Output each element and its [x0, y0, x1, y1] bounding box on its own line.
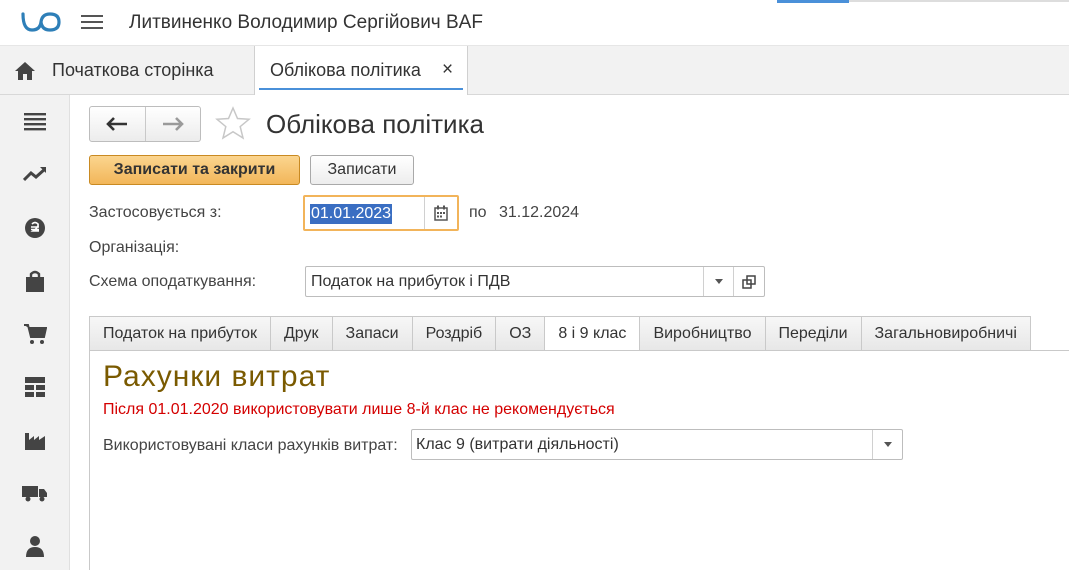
menu-icon[interactable]: [22, 109, 48, 135]
applies-from-date-value: 01.01.2023: [310, 204, 393, 224]
save-button[interactable]: Записати: [310, 155, 414, 185]
forward-button[interactable]: [144, 107, 201, 141]
tab-accounting-policy[interactable]: Облікова політика ×: [254, 46, 468, 95]
tax-scheme-dropdown-button[interactable]: [703, 267, 733, 296]
tab-home-label: Початкова сторінка: [52, 60, 214, 80]
tab-fixed-assets[interactable]: ОЗ: [495, 316, 545, 351]
tax-scheme-value: Податок на прибуток і ПДВ: [311, 273, 511, 290]
tab-accounting-policy-label: Облікова політика: [270, 60, 421, 80]
calendar-icon: [434, 205, 448, 221]
main-menu-icon[interactable]: [81, 12, 103, 32]
currency-icon[interactable]: [22, 215, 48, 241]
close-tab-icon[interactable]: ×: [442, 59, 453, 81]
tab-inventory[interactable]: Запаси: [331, 316, 412, 351]
back-button[interactable]: [90, 107, 145, 141]
baf-logo-icon[interactable]: [20, 10, 62, 34]
form-title: Облікова політика: [266, 109, 484, 139]
chevron-down-icon: [883, 442, 892, 447]
save-and-close-button[interactable]: Записати та закрити: [89, 155, 300, 185]
truck-icon[interactable]: [22, 480, 48, 506]
warning-text: Після 01.01.2020 використовувати лише 8-…: [103, 401, 615, 418]
tab-classes-8-9[interactable]: 8 і 9 клас: [544, 316, 640, 351]
form-content: Облікова політика Записати та закрити За…: [71, 95, 1069, 570]
warehouse-icon[interactable]: [22, 374, 48, 400]
organization-label: Організація:: [89, 239, 180, 256]
top-divider-line: [849, 0, 1069, 2]
applies-from-label: Застосовується з:: [89, 204, 222, 221]
chevron-down-icon: [714, 279, 723, 284]
sections-sidebar: [0, 95, 70, 570]
section-title: Рахунки витрат: [103, 360, 331, 393]
tax-scheme-select[interactable]: Податок на прибуток і ПДВ: [305, 266, 765, 297]
date-to-label: по: [469, 204, 487, 221]
person-icon[interactable]: [22, 533, 48, 559]
tab-home-page[interactable]: Початкова сторінка: [0, 46, 254, 95]
history-nav: [89, 106, 201, 142]
tab-income-tax[interactable]: Податок на прибуток: [89, 316, 270, 351]
tab-general-production[interactable]: Загальновиробничі: [860, 316, 1031, 351]
trend-icon[interactable]: [22, 161, 48, 187]
expense-classes-select[interactable]: Клас 9 (витрати діяльності): [411, 429, 903, 460]
open-link-icon: [742, 274, 756, 289]
expense-classes-dropdown-button[interactable]: [872, 430, 902, 459]
tax-scheme-open-button[interactable]: [733, 267, 764, 296]
tab-redistribution[interactable]: Переділи: [764, 316, 861, 351]
tab-production[interactable]: Виробництво: [639, 316, 765, 351]
top-bar: Литвиненко Володимир Сергійович BAF: [0, 0, 1069, 45]
arrow-right-icon: [162, 117, 184, 131]
open-windows-bar: Початкова сторінка Облікова політика ×: [0, 45, 1069, 95]
settings-tabs: Податок на прибуток Друк Запаси Роздріб …: [89, 316, 1031, 351]
favorite-star-icon[interactable]: [215, 106, 251, 140]
app-title: Литвиненко Володимир Сергійович BAF: [129, 12, 483, 33]
bag-icon[interactable]: [22, 268, 48, 294]
tab-retail[interactable]: Роздріб: [411, 316, 496, 351]
active-tab-underline: [259, 88, 463, 90]
date-to-value: 31.12.2024: [499, 204, 580, 221]
expense-classes-value: Клас 9 (витрати діяльності): [416, 436, 619, 453]
home-icon: [15, 61, 35, 80]
tax-scheme-label: Схема оподаткування:: [89, 273, 257, 290]
factory-icon[interactable]: [22, 427, 48, 453]
applies-from-date-input[interactable]: 01.01.2023: [303, 195, 459, 231]
calendar-button[interactable]: [424, 197, 457, 229]
expense-classes-label: Використовувані класи рахунків витрат:: [103, 437, 398, 454]
top-accent-line: [777, 0, 849, 3]
cart-icon[interactable]: [22, 321, 48, 347]
tab-panel: Рахунки витрат Після 01.01.2020 використ…: [89, 350, 1069, 570]
arrow-left-icon: [106, 117, 128, 131]
tab-print[interactable]: Друк: [269, 316, 332, 351]
